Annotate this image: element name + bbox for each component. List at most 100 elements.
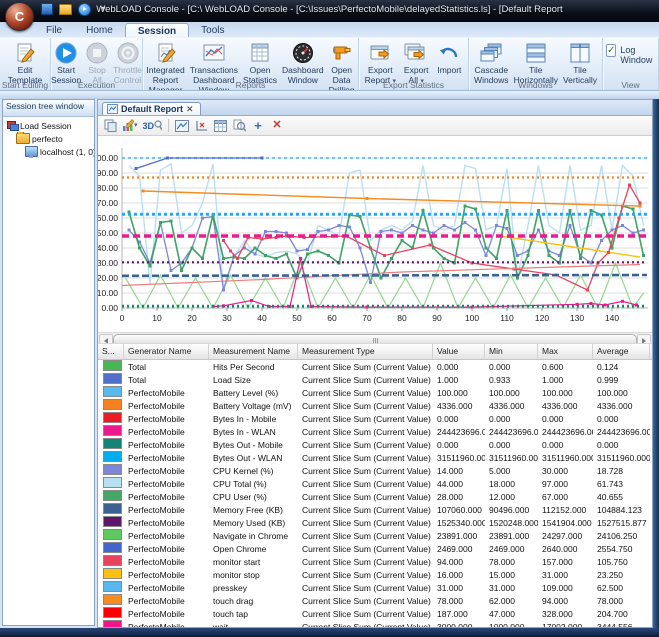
cell-measurement-type: Current Slice Sum (Current Value) <box>302 478 431 489</box>
chart-toolbar: ▾ 3D + ✕ <box>98 116 652 136</box>
remove-measurement-button[interactable]: ✕ <box>270 118 284 133</box>
table-row[interactable]: PerfectoMobile wait Current Slice Sum (Cur… <box>98 620 652 627</box>
cell-value: 44.000 <box>437 478 463 489</box>
column-header-measurement-name[interactable]: Measurement Name <box>209 344 298 359</box>
series-color-swatch <box>103 620 122 627</box>
table-row[interactable]: PerfectoMobile Bytes Out - Mobile Current … <box>98 438 652 451</box>
svg-text:50: 50 <box>292 313 302 323</box>
table-row[interactable]: Total Load Size Current Slice Sum (Current… <box>98 373 652 386</box>
cell-value: 1.000 <box>437 374 459 385</box>
column-header-value[interactable]: Value <box>433 344 485 359</box>
tree-item-perfecto[interactable]: perfecto <box>5 132 94 145</box>
tab-session[interactable]: Session <box>124 23 190 37</box>
cell-average: 78.000 <box>597 595 623 606</box>
cell-min: 244423696.000 <box>489 426 538 437</box>
log-window-checkbox[interactable]: ✓ Log Window <box>606 40 655 65</box>
cell-average: 0.000 <box>597 413 619 424</box>
column-header-average[interactable]: Average <box>593 344 650 359</box>
series-color-swatch <box>103 399 122 410</box>
import-button[interactable]: Import <box>434 40 465 77</box>
tab-default-report[interactable]: Default Report ✕ <box>102 102 201 115</box>
group-caption-view: View <box>621 80 640 90</box>
table-row[interactable]: PerfectoMobile Battery Voltage (mV) Curren… <box>98 399 652 412</box>
run-button[interactable] <box>78 2 91 16</box>
close-tab-icon[interactable]: ✕ <box>186 104 194 114</box>
add-measurement-button[interactable]: + <box>251 118 265 133</box>
export-chart-image-button[interactable] <box>175 118 190 133</box>
cell-average: 23.250 <box>597 569 623 580</box>
cell-max: 17002.000 <box>542 621 583 628</box>
cell-measurement-type: Current Slice Sum (Current Value) <box>302 517 431 528</box>
table-row[interactable]: PerfectoMobile touch tap Current Slice Sum… <box>98 607 652 620</box>
column-header-min[interactable]: Min <box>485 344 538 359</box>
cell-measurement-type: Current Slice Sum (Current Value) <box>302 387 431 398</box>
cell-generator-name: PerfectoMobile <box>128 387 185 398</box>
table-row[interactable]: PerfectoMobile monitor stop Current Slice … <box>98 568 652 581</box>
column-header-measurement-type[interactable]: Measurement Type <box>298 344 433 359</box>
3d-toggle-button[interactable]: 3D <box>143 118 163 133</box>
table-row[interactable]: PerfectoMobile touch drag Current Slice Su… <box>98 594 652 607</box>
chart-style-button[interactable]: ▾ <box>122 118 138 133</box>
tab-tools[interactable]: Tools <box>189 23 236 37</box>
cell-value: 4336.000 <box>437 400 473 411</box>
cell-max: 67.000 <box>542 491 568 502</box>
group-view: ✓ Log Window View <box>603 38 659 90</box>
save-button[interactable] <box>40 3 53 15</box>
cell-measurement-name: Open Chrome <box>213 543 267 554</box>
column-header-generator-name[interactable]: Generator Name <box>124 344 209 359</box>
copy-chart-button[interactable] <box>103 118 117 133</box>
cell-measurement-type: Current Slice Sum (Current Value) <box>302 582 431 593</box>
cell-average: 61.743 <box>597 478 623 489</box>
toggle-axes-button[interactable] <box>194 118 208 133</box>
table-row[interactable]: PerfectoMobile Bytes In - WLAN Current Sli… <box>98 425 652 438</box>
show-data-table-button[interactable] <box>213 118 227 133</box>
edit-template-icon <box>14 41 36 65</box>
table-row[interactable]: PerfectoMobile CPU User (%) Current Slice … <box>98 490 652 503</box>
table-row[interactable]: PerfectoMobile monitor start Current Slice… <box>98 555 652 568</box>
series-color-swatch <box>103 438 122 449</box>
cell-min: 62.000 <box>489 595 515 606</box>
column-header-s-[interactable]: S... <box>98 344 124 359</box>
cell-value: 28.000 <box>437 491 463 502</box>
column-header-max[interactable]: Max <box>538 344 593 359</box>
plus-icon: + <box>254 117 262 133</box>
tab-home[interactable]: Home <box>74 23 125 37</box>
svg-text:60.00: 60.00 <box>98 213 118 223</box>
application-orb[interactable]: C <box>5 2 34 31</box>
zoom-preview-button[interactable] <box>232 118 246 133</box>
table-row[interactable]: PerfectoMobile Bytes Out - WLAN Current Sl… <box>98 451 652 464</box>
cell-generator-name: PerfectoMobile <box>128 400 185 411</box>
customize-qat-button[interactable]: ▾ <box>97 3 110 15</box>
chevron-down-icon: ▾ <box>101 4 106 13</box>
table-row[interactable]: PerfectoMobile CPU Kernel (%) Current Slic… <box>98 464 652 477</box>
open-folder-icon <box>59 3 72 15</box>
table-row[interactable]: PerfectoMobile presskey Current Slice Sum … <box>98 581 652 594</box>
export-all-icon <box>403 41 429 65</box>
table-row[interactable]: PerfectoMobile Bytes In - Mobile Current S… <box>98 412 652 425</box>
axes-icon <box>195 120 207 131</box>
table-row[interactable]: PerfectoMobile Open Chrome Current Slice S… <box>98 542 652 555</box>
cell-generator-name: PerfectoMobile <box>128 426 185 437</box>
cell-min: 5.000 <box>489 465 511 476</box>
cell-measurement-type: Current Slice Sum (Current Value) <box>302 400 431 411</box>
cell-min: 100.000 <box>489 387 520 398</box>
cell-average: 31511960.000 <box>597 452 650 463</box>
table-row[interactable]: Total Hits Per Second Current Slice Sum (C… <box>98 360 652 373</box>
open-button[interactable] <box>59 3 72 15</box>
table-row[interactable]: PerfectoMobile Memory Used (KB) Current Sl… <box>98 516 652 529</box>
tree-item-localhost[interactable]: localhost (1, 0) <box>5 145 94 158</box>
line-chart[interactable]: 0.00 10.00 20.00 30.00 40.00 50.00 60.00 70.00 8… <box>92 136 652 332</box>
cell-max: 328.000 <box>542 608 573 619</box>
table-row[interactable]: PerfectoMobile Memory Free (KB) Current Sl… <box>98 503 652 516</box>
tree-item-load-session[interactable]: Load Session <box>5 119 94 132</box>
stop-all-icon <box>86 41 108 65</box>
magnifier-icon <box>233 119 246 132</box>
cell-value: 14.000 <box>437 465 463 476</box>
cell-max: 0.000 <box>542 439 564 450</box>
ribbon-tab-strip: File Home Session Tools <box>0 22 659 38</box>
transactions-dashboard-icon <box>202 41 226 65</box>
tab-file[interactable]: File <box>34 23 74 37</box>
table-row[interactable]: PerfectoMobile Battery Level (%) Current S… <box>98 386 652 399</box>
table-row[interactable]: PerfectoMobile Navigate in Chrome Current … <box>98 529 652 542</box>
table-row[interactable]: PerfectoMobile CPU Total (%) Current Slice… <box>98 477 652 490</box>
